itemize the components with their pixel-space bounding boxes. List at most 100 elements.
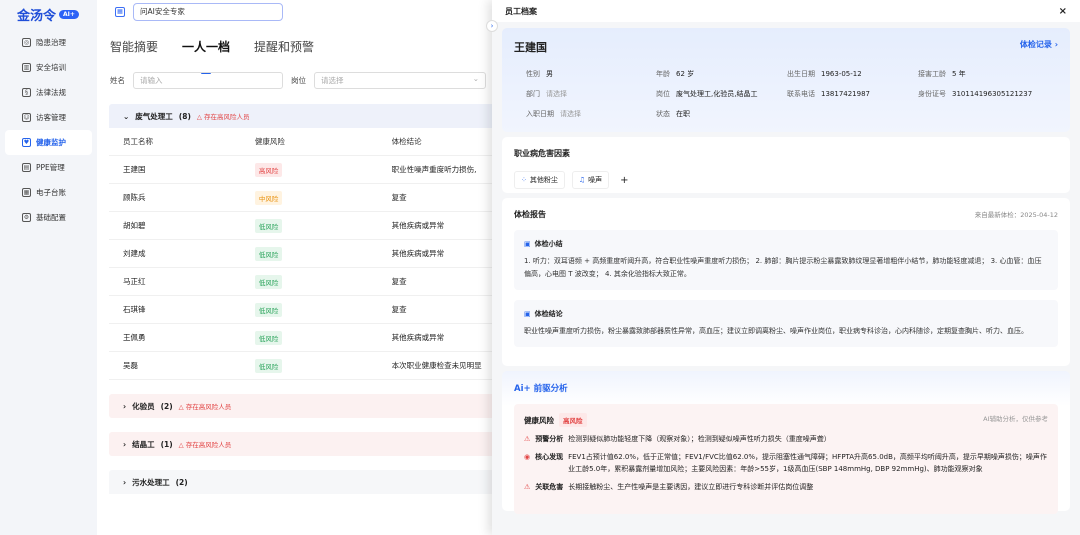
hazard-chip[interactable]: ♫ 噪声: [571, 171, 610, 189]
sidebar-item[interactable]: ◎ 隐患治理: [5, 30, 92, 55]
employee-name-cell[interactable]: 石琪锋: [123, 304, 255, 315]
risk-badge: 低风险: [254, 330, 283, 345]
employee-name-cell[interactable]: 顾陈兵: [123, 192, 255, 203]
employee-field: 年龄 62 岁: [656, 69, 787, 79]
chevron-right-icon[interactable]: ›: [123, 402, 126, 411]
risk-badge: 低风险: [254, 218, 283, 233]
group-count: (2): [160, 401, 173, 411]
risk-cell: 中风险: [254, 190, 392, 205]
hazard-chip[interactable]: ⁘ 其他粉尘: [514, 171, 565, 189]
employee-field: 部门 请选择: [526, 89, 656, 99]
field-label: 出生日期: [787, 70, 815, 78]
group-section: › 污水处理工 (2): [109, 470, 499, 494]
field-value: 5 年: [952, 70, 966, 78]
visitor-icon: ☺: [22, 113, 31, 122]
exam-record-link[interactable]: 体检记录 ›: [1020, 39, 1058, 55]
ai-line-key: 核心发现: [535, 453, 564, 461]
conclusion-cell: 复查: [391, 277, 407, 286]
ledger-icon: ▦: [22, 188, 31, 197]
ai-analysis-card: Ai+ 前驱分析 健康风险 高风险 AI辅助分析，仅供参考 ⚠ 预警分析 检测到疑似肺…: [502, 371, 1070, 514]
employee-field: 性别男: [526, 69, 656, 79]
employee-name-cell[interactable]: 刘建成: [123, 248, 255, 259]
warning-icon: △: [178, 403, 186, 411]
close-icon[interactable]: ×: [1059, 6, 1067, 17]
table-row[interactable]: 石琪锋 低风险 复查: [109, 296, 499, 324]
sidebar-item[interactable]: § 法律法规: [5, 80, 92, 105]
tab-item[interactable]: 智能摘要: [110, 38, 158, 68]
employee-name-cell[interactable]: 马正红: [123, 276, 255, 287]
collapse-panel-button[interactable]: ›: [486, 20, 498, 32]
table-row[interactable]: 马正红 低风险 复查: [109, 268, 499, 296]
employee-name-cell[interactable]: 王建国: [123, 164, 255, 175]
group-header[interactable]: › 化验员 (2) △ 存在高风险人员: [109, 394, 499, 418]
exam-conclusion-box: ▣ 体检结论 职业性噪声重度听力损伤，粉尘暴露致肺部器质性异常，高血压；建议立即调…: [514, 300, 1058, 347]
sidebar-item[interactable]: ▥ 安全培训: [5, 55, 92, 80]
group-warning: △ 存在高风险人员: [179, 401, 232, 411]
risk-badge: 低风险: [254, 274, 283, 289]
employee-name-cell[interactable]: 王佩勇: [123, 332, 255, 343]
sidebar-item-label: 电子台账: [36, 188, 66, 197]
conclusion-cell: 其他疾病或异常: [391, 221, 445, 230]
table-row[interactable]: 吴磊 低风险 本次职业健康检查未见明显: [109, 352, 499, 380]
sidebar-item-label: 隐患治理: [36, 38, 66, 47]
group-warning: △ 存在高风险人员: [179, 439, 232, 449]
panel-header: 员工档案 ×: [492, 0, 1080, 22]
sidebar-item[interactable]: ♥ 健康监护: [5, 130, 92, 155]
shield-icon: ◎: [22, 38, 31, 47]
table-row[interactable]: 王建国 高风险 职业性噪声重度听力损伤,: [109, 156, 499, 184]
chevron-right-icon[interactable]: ›: [123, 440, 126, 449]
table-row[interactable]: 胡如碧 低风险 其他疾病或异常: [109, 212, 499, 240]
add-hazard-button[interactable]: +: [616, 174, 633, 186]
group-header[interactable]: ⌄ 废气处理工 (8) △ 存在高风险人员: [109, 104, 499, 128]
settings-icon: ⚙: [22, 213, 31, 222]
employee-field: 联系电话 13817421987: [787, 89, 918, 99]
chevron-right-icon[interactable]: ›: [123, 478, 126, 487]
ask-ai-input[interactable]: 问AI安全专家: [133, 3, 283, 21]
risk-cell: 低风险: [254, 358, 392, 373]
post-filter-select[interactable]: 请选择: [314, 71, 486, 89]
ai-lines: ⚠ 预警分析 检测到疑似肺功能轻度下降（观察对象）；检测到疑似噪声性听力损失（重度噪…: [524, 433, 1048, 493]
employee-field: 入职日期 请选择: [526, 109, 656, 119]
group-header[interactable]: › 结晶工 (1) △ 存在高风险人员: [109, 432, 499, 456]
field-value: 13817421987: [821, 90, 870, 98]
sidebar-item-label: PPE管理: [36, 163, 65, 172]
field-select[interactable]: 请选择: [546, 90, 567, 98]
table-row[interactable]: 顾陈兵 中风险 复查: [109, 184, 499, 212]
ai-hint: AI辅助分析，仅供参考: [983, 415, 1048, 423]
field-label: 状态: [656, 110, 670, 118]
sidebar-item[interactable]: ▤ PPE管理: [5, 155, 92, 180]
sidebar-item[interactable]: ☺ 访客管理: [5, 105, 92, 130]
risk-badge: 中风险: [254, 190, 283, 205]
risk-badge: 高风险: [254, 162, 283, 177]
column-header: 员工名称: [123, 137, 153, 146]
tab-item[interactable]: 一人一档: [182, 38, 230, 74]
report-date: 来自最新体检：2025-04-12: [974, 211, 1058, 219]
group-header[interactable]: › 污水处理工 (2): [109, 470, 499, 494]
sidebar-item[interactable]: ▦ 电子台账: [5, 180, 92, 205]
ppe-icon: ▤: [22, 163, 31, 172]
ai-risk-box: 健康风险 高风险 AI辅助分析，仅供参考 ⚠ 预警分析 检测到疑似肺功能轻度下降（观察…: [514, 404, 1058, 514]
ai-risk-label: 健康风险: [524, 416, 554, 425]
chevron-down-icon[interactable]: ⌄: [123, 112, 129, 121]
table-row[interactable]: 王佩勇 低风险 其他疾病或异常: [109, 324, 499, 352]
risk-cell: 低风险: [254, 330, 392, 345]
employee-record-panel: 员工档案 × 王建国 体检记录 › 性别男年龄 62 岁出生日期 1963-05-1…: [492, 0, 1080, 535]
sidebar-menu: ◎ 隐患治理 ▥ 安全培训 § 法律法规 ☺ 访客管理 ♥ 健康监护 ▤ PPE管理 ▦ 电子台账 ⚙ 基础配…: [0, 30, 97, 230]
summary-title: 体检小结: [534, 240, 563, 248]
employee-name-cell[interactable]: 胡如碧: [123, 220, 255, 231]
group-title: 化验员: [132, 401, 155, 411]
name-filter-label: 姓名: [110, 75, 125, 85]
sidebar: 金汤令 AI+ ◎ 隐患治理 ▥ 安全培训 § 法律法规 ☺ 访客管理 ♥ 健康监护 ▤ PPE管理 ▦…: [0, 0, 97, 535]
apps-grid-icon[interactable]: ▦: [115, 7, 125, 17]
table-row[interactable]: 刘建成 低风险 其他疾病或异常: [109, 240, 499, 268]
field-select[interactable]: 请选择: [560, 110, 581, 118]
field-label: 部门: [526, 90, 540, 98]
name-filter-input[interactable]: 请输入: [133, 71, 283, 89]
tab-item[interactable]: 提醒和预警: [254, 38, 314, 68]
sidebar-item[interactable]: ⚙ 基础配置: [5, 205, 92, 230]
field-value: 在职: [676, 110, 690, 118]
employee-name: 王建国: [514, 41, 547, 54]
field-label: 岗位: [656, 90, 670, 98]
employee-name-cell[interactable]: 吴磊: [123, 360, 255, 371]
conclusion-cell: 复查: [391, 305, 407, 314]
